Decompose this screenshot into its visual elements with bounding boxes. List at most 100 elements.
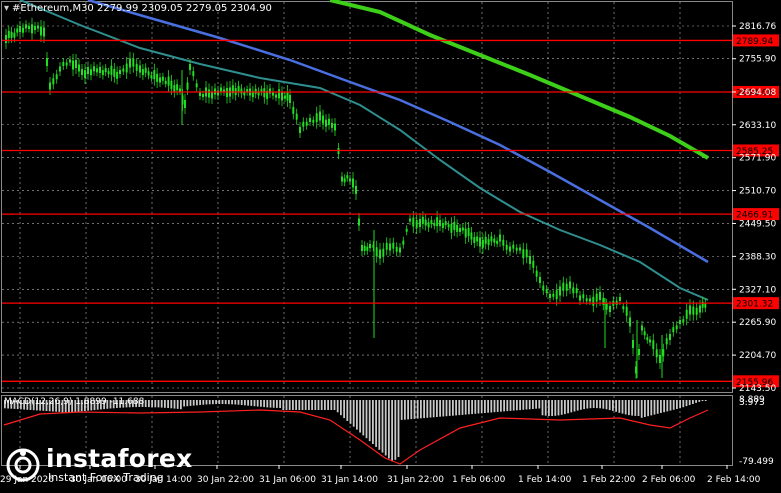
macd-histogram-bar (349, 400, 352, 424)
candle-body (186, 82, 189, 90)
macd-label: MACD(12,26,9) 1.8899 -11.688 (4, 397, 145, 407)
candle-body (99, 67, 101, 73)
candle-body (579, 295, 581, 301)
macd-histogram-bar (221, 400, 224, 404)
candle-body (116, 71, 119, 79)
dropdown-arrow-icon[interactable]: ▾ (4, 3, 9, 14)
macd-histogram-bar (151, 400, 153, 408)
candle-body (522, 249, 525, 259)
candle-body (589, 298, 591, 302)
candle-body (542, 285, 545, 291)
watermark-brand: instaforex (46, 444, 193, 473)
macd-histogram-bar (701, 400, 704, 401)
macd-histogram-bar (522, 400, 525, 410)
candle-body (40, 26, 42, 36)
macd-histogram-bar (404, 400, 406, 420)
macd-histogram-bar (397, 400, 400, 457)
candle-body (632, 340, 634, 348)
macd-histogram-bar (644, 400, 646, 417)
candle-body (562, 282, 565, 291)
candle-body (427, 222, 430, 228)
macd-histogram-bar (272, 400, 275, 408)
macd-histogram-bar (189, 400, 192, 406)
macd-histogram-bar (205, 400, 208, 405)
candle-body (315, 113, 318, 123)
macd-histogram-bar (583, 400, 585, 410)
macd-histogram-bar (538, 400, 541, 409)
candle-body (286, 91, 289, 101)
macd-histogram-bar (560, 400, 563, 415)
macd-histogram-bar (503, 400, 505, 412)
candle-body (532, 260, 535, 268)
macd-histogram-bar (253, 400, 256, 407)
candle-body (605, 303, 608, 310)
macd-histogram-bar (240, 400, 243, 405)
macd-histogram-bar (298, 400, 301, 410)
candle-body (409, 218, 411, 222)
candle-body (129, 58, 131, 68)
macd-histogram-bar (356, 400, 358, 430)
price-chart[interactable]: 2789.942694.082585.252466.912301.322155.… (0, 0, 781, 489)
candle-body (379, 249, 381, 259)
macd-histogram-bar (320, 400, 323, 410)
candle-body (643, 331, 646, 336)
candle-body (220, 87, 222, 92)
chart-window[interactable]: 2789.94 2694.08 2585.25 2466.91 2301.32 2155.… (0, 0, 781, 489)
candle-body (125, 63, 128, 73)
macd-histogram-bar (660, 400, 662, 413)
candle-body (305, 121, 308, 126)
macd-histogram-bar (551, 400, 553, 416)
macd-histogram-bar (602, 400, 605, 409)
price-tick-label: 2816.76 (739, 22, 776, 32)
candle-body (101, 70, 104, 76)
candle-body (595, 293, 598, 302)
candle-body (459, 228, 461, 232)
candle-body (545, 289, 548, 293)
candle-body (170, 80, 173, 89)
macd-histogram-bar (215, 400, 217, 405)
candle-body (525, 249, 528, 258)
candle-body (122, 68, 125, 72)
macd-histogram-bar (208, 400, 211, 405)
time-axis-label: 31 Jan 22:00 (387, 475, 444, 485)
macd-histogram-bar (244, 400, 246, 406)
macd-histogram-bar (400, 400, 403, 420)
candle-body (662, 349, 665, 357)
time-axis-label: 2 Feb 14:00 (707, 475, 761, 485)
candle-body (473, 237, 476, 243)
macd-histogram-bar (247, 400, 249, 406)
candle-body (453, 221, 456, 230)
macd-histogram-bar (618, 400, 621, 413)
time-axis-label: 1 Feb 14:00 (518, 475, 572, 485)
candle-body (441, 223, 444, 229)
macd-histogram-bar (506, 400, 509, 412)
candle-body (13, 32, 16, 38)
candle-body (499, 234, 501, 242)
candle-body (424, 219, 427, 226)
macd-histogram-bar (170, 400, 173, 409)
price-tick-label: 2388.30 (739, 252, 776, 262)
candle-body (59, 66, 61, 72)
candle-body (217, 90, 219, 96)
candle-body (509, 246, 511, 252)
candle-body (37, 25, 39, 29)
macd-histogram-bar (471, 400, 473, 415)
macd-histogram-bar (420, 400, 422, 419)
candle-body (464, 228, 467, 238)
candle-body (281, 92, 283, 101)
instaforex-logo-icon (6, 448, 40, 482)
macd-histogram-bar (519, 400, 521, 411)
macd-histogram-bar (224, 400, 227, 405)
macd-histogram-bar (458, 400, 461, 416)
candle-body (555, 290, 558, 300)
macd-histogram-bar (500, 400, 502, 412)
macd-histogram-bar (144, 400, 147, 407)
candle-body (659, 355, 661, 363)
macd-histogram-bar (266, 400, 269, 408)
macd-histogram-bar (541, 400, 544, 416)
instaforex-watermark: instaforex Instant Forex Trading (6, 446, 193, 484)
candle-body (682, 319, 685, 323)
macd-histogram-bar (381, 400, 384, 453)
candle-body (652, 340, 655, 350)
candle-body (436, 217, 439, 227)
